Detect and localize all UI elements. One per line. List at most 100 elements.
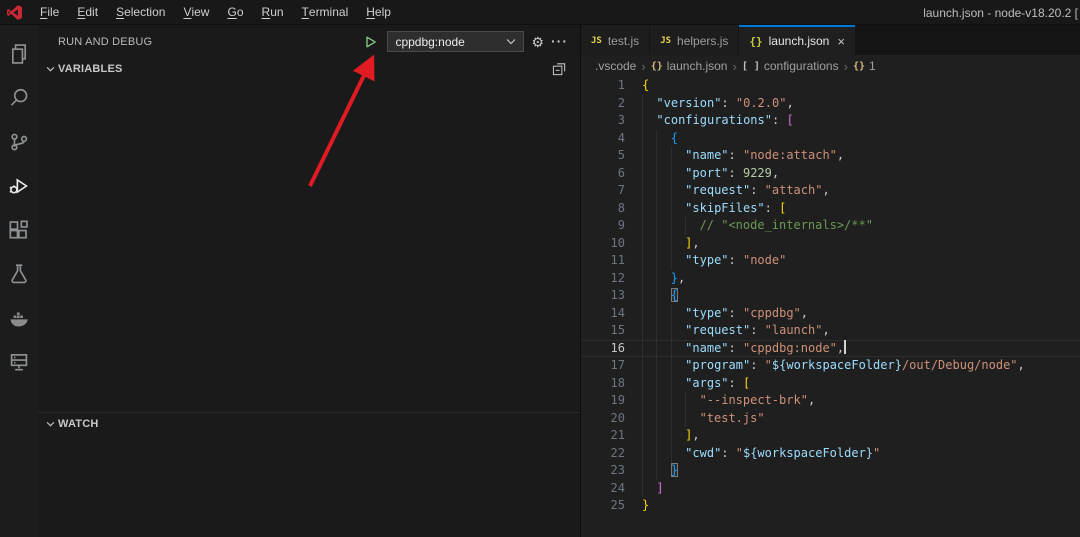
code-line[interactable]: 12}, (581, 270, 1080, 288)
code-text: "cwd": "${workspaceFolder}" (625, 445, 1080, 463)
code-line[interactable]: 17"program": "${workspaceFolder}/out/Deb… (581, 357, 1080, 375)
code-line[interactable]: 16"name": "cppdbg:node", (581, 340, 1080, 358)
activity-item-explorer-icon[interactable] (0, 32, 38, 76)
code-text: "configurations": [ (625, 112, 1080, 130)
code-line[interactable]: 15"request": "launch", (581, 322, 1080, 340)
code-line[interactable]: 2"version": "0.2.0", (581, 95, 1080, 113)
breadcrumb-item-launch.json[interactable]: {}launch.json (651, 59, 728, 73)
code-text: "--inspect-brk", (625, 392, 1080, 410)
code-text: { (625, 287, 1080, 305)
array-symbol-icon: [ ] (742, 61, 760, 72)
activity-item-remote-explorer-icon[interactable] (0, 340, 38, 384)
code-line[interactable]: 3"configurations": [ (581, 112, 1080, 130)
code-lines[interactable]: 1{2"version": "0.2.0",3"configurations":… (581, 77, 1080, 537)
activity-item-docker-icon[interactable] (0, 296, 38, 340)
code-line[interactable]: 24] (581, 480, 1080, 498)
line-number: 17 (581, 357, 625, 375)
vscode-logo-icon (6, 4, 23, 21)
code-line[interactable]: 19"--inspect-brk", (581, 392, 1080, 410)
code-line[interactable]: 9// "<node_internals>/**" (581, 217, 1080, 235)
breadcrumb-separator: › (844, 59, 848, 74)
tab-label: launch.json (769, 34, 830, 48)
line-number: 16 (581, 340, 625, 358)
menu-terminal[interactable]: Terminal (293, 0, 358, 24)
menu-run[interactable]: Run (253, 0, 293, 24)
tab-helpers.js[interactable]: JShelpers.js (650, 25, 738, 55)
variables-section-header[interactable]: VARIABLES (38, 58, 580, 80)
activity-item-search-icon[interactable] (0, 76, 38, 120)
breadcrumb-separator: › (641, 59, 645, 74)
line-number: 19 (581, 392, 625, 410)
code-text: { (625, 130, 1080, 148)
code-line[interactable]: 11"type": "node" (581, 252, 1080, 270)
start-debug-button[interactable] (362, 33, 380, 51)
code-line[interactable]: 5"name": "node:attach", (581, 147, 1080, 165)
breadcrumb: .vscode › {}launch.json › [ ]configurations ›… (581, 55, 1080, 77)
code-text: "test.js" (625, 410, 1080, 428)
tab-test.js[interactable]: JStest.js (581, 25, 649, 55)
line-number: 23 (581, 462, 625, 480)
gear-icon[interactable]: ⚙ (531, 35, 544, 49)
docker-icon (8, 307, 30, 329)
activity-item-extensions-icon[interactable] (0, 208, 38, 252)
code-text: "args": [ (625, 375, 1080, 393)
code-line[interactable]: 18"args": [ (581, 375, 1080, 393)
breadcrumb-item-configurations[interactable]: [ ]configurations (742, 59, 839, 73)
chevron-down-icon (42, 416, 58, 432)
menu-edit[interactable]: Edit (68, 0, 107, 24)
code-line[interactable]: 7"request": "attach", (581, 182, 1080, 200)
debug-config-select[interactable]: cppdbg:node (387, 31, 524, 52)
code-text: }, (625, 270, 1080, 288)
line-number: 15 (581, 322, 625, 340)
tab-launch.json[interactable]: {} launch.json × (739, 25, 855, 55)
tab-bar: JStest.jsJShelpers.js {} launch.json × (581, 25, 1080, 55)
more-actions-icon[interactable]: ··· (551, 37, 568, 45)
search-icon (8, 87, 30, 109)
line-number: 25 (581, 497, 625, 515)
breadcrumb-item-.vscode[interactable]: .vscode (595, 59, 636, 73)
line-number: 11 (581, 252, 625, 270)
code-line[interactable]: 13{ (581, 287, 1080, 305)
code-line[interactable]: 22"cwd": "${workspaceFolder}" (581, 445, 1080, 463)
watch-section-label: WATCH (58, 418, 568, 430)
menu-file[interactable]: File (31, 0, 68, 24)
line-number: 12 (581, 270, 625, 288)
menu-view[interactable]: View (174, 0, 218, 24)
activity-item-testing-icon[interactable] (0, 252, 38, 296)
breadcrumb-item-1[interactable]: {}1 (853, 59, 876, 73)
run-debug-icon (8, 175, 30, 197)
activity-item-source-control-icon[interactable] (0, 120, 38, 164)
line-number: 10 (581, 235, 625, 253)
menu-help[interactable]: Help (357, 0, 400, 24)
code-line[interactable]: 4{ (581, 130, 1080, 148)
code-line[interactable]: 14"type": "cppdbg", (581, 305, 1080, 323)
tab-label: test.js (608, 34, 639, 48)
code-line[interactable]: 23} (581, 462, 1080, 480)
code-line[interactable]: 10], (581, 235, 1080, 253)
activity-item-run-debug-icon[interactable] (0, 164, 38, 208)
code-text: "name": "node:attach", (625, 147, 1080, 165)
code-text: ] (625, 480, 1080, 498)
close-tab-icon[interactable]: × (837, 34, 845, 49)
code-line[interactable]: 1{ (581, 77, 1080, 95)
line-number: 14 (581, 305, 625, 323)
code-line[interactable]: 6"port": 9229, (581, 165, 1080, 183)
menu-selection[interactable]: Selection (107, 0, 174, 24)
watch-section-header[interactable]: WATCH (38, 412, 580, 434)
collapse-all-icon[interactable] (552, 61, 568, 77)
code-line[interactable]: 20"test.js" (581, 410, 1080, 428)
code-line[interactable]: 21], (581, 427, 1080, 445)
line-number: 3 (581, 112, 625, 130)
code-text: "request": "attach", (625, 182, 1080, 200)
line-number: 13 (581, 287, 625, 305)
code-line[interactable]: 8"skipFiles": [ (581, 200, 1080, 218)
line-number: 6 (581, 165, 625, 183)
json-file-icon: {} (749, 35, 762, 48)
breadcrumb-separator: › (732, 59, 736, 74)
code-text: "type": "node" (625, 252, 1080, 270)
code-line[interactable]: 25} (581, 497, 1080, 515)
menu-go[interactable]: Go (218, 0, 252, 24)
chevron-down-icon (506, 38, 516, 45)
code-text: // "<node_internals>/**" (625, 217, 1080, 235)
testing-icon (8, 263, 30, 285)
